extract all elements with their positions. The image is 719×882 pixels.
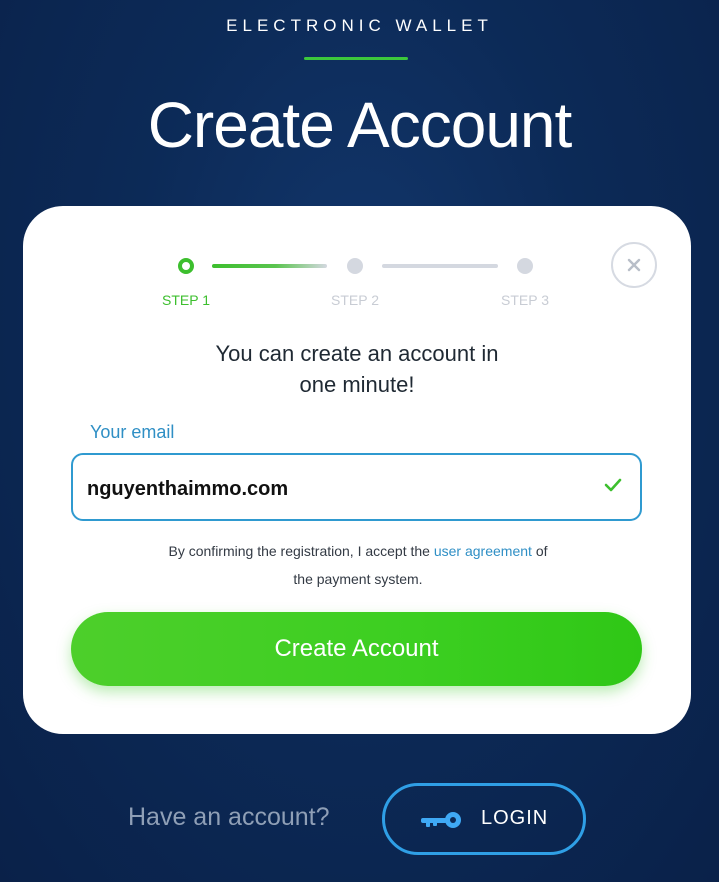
brand-name: ELECTRONIC WALLET xyxy=(226,16,493,35)
agreement-text: By confirming the registration, I accept… xyxy=(163,537,553,593)
step-3-label: STEP 3 xyxy=(501,292,549,308)
email-label: Your email xyxy=(90,422,175,442)
step-2-indicator xyxy=(347,258,363,274)
have-account-text: Have an account? xyxy=(128,803,330,831)
step-3-indicator xyxy=(517,258,533,274)
login-label: LOGIN xyxy=(481,807,549,829)
create-account-button[interactable]: Create Account xyxy=(71,612,642,686)
close-icon xyxy=(627,258,641,272)
close-button[interactable] xyxy=(611,242,657,288)
registration-card: STEP 1 STEP 2 STEP 3 You can create an a… xyxy=(23,206,691,734)
page-title: Create Account xyxy=(147,89,573,161)
intro-line-2: one minute! xyxy=(299,372,415,397)
check-icon xyxy=(604,478,622,492)
brand-underline xyxy=(304,57,408,60)
step-2-label: STEP 2 xyxy=(331,292,379,308)
stepper: STEP 1 STEP 2 STEP 3 xyxy=(23,206,691,316)
intro-line-1: You can create an account in xyxy=(215,341,499,366)
email-field[interactable]: nguyenthaimmo.com xyxy=(71,453,642,521)
step-1-indicator xyxy=(178,258,194,274)
step-1-label: STEP 1 xyxy=(162,292,210,308)
key-icon xyxy=(421,812,461,828)
step-1-progress-line xyxy=(212,264,327,268)
intro-text: You can create an account in one minute! xyxy=(157,338,557,400)
agreement-prefix: By confirming the registration, I accept… xyxy=(168,543,430,559)
user-agreement-link[interactable]: user agreement xyxy=(434,543,532,559)
login-button[interactable]: LOGIN xyxy=(382,783,586,855)
step-2-progress-line xyxy=(382,264,498,268)
email-value[interactable]: nguyenthaimmo.com xyxy=(87,478,288,501)
